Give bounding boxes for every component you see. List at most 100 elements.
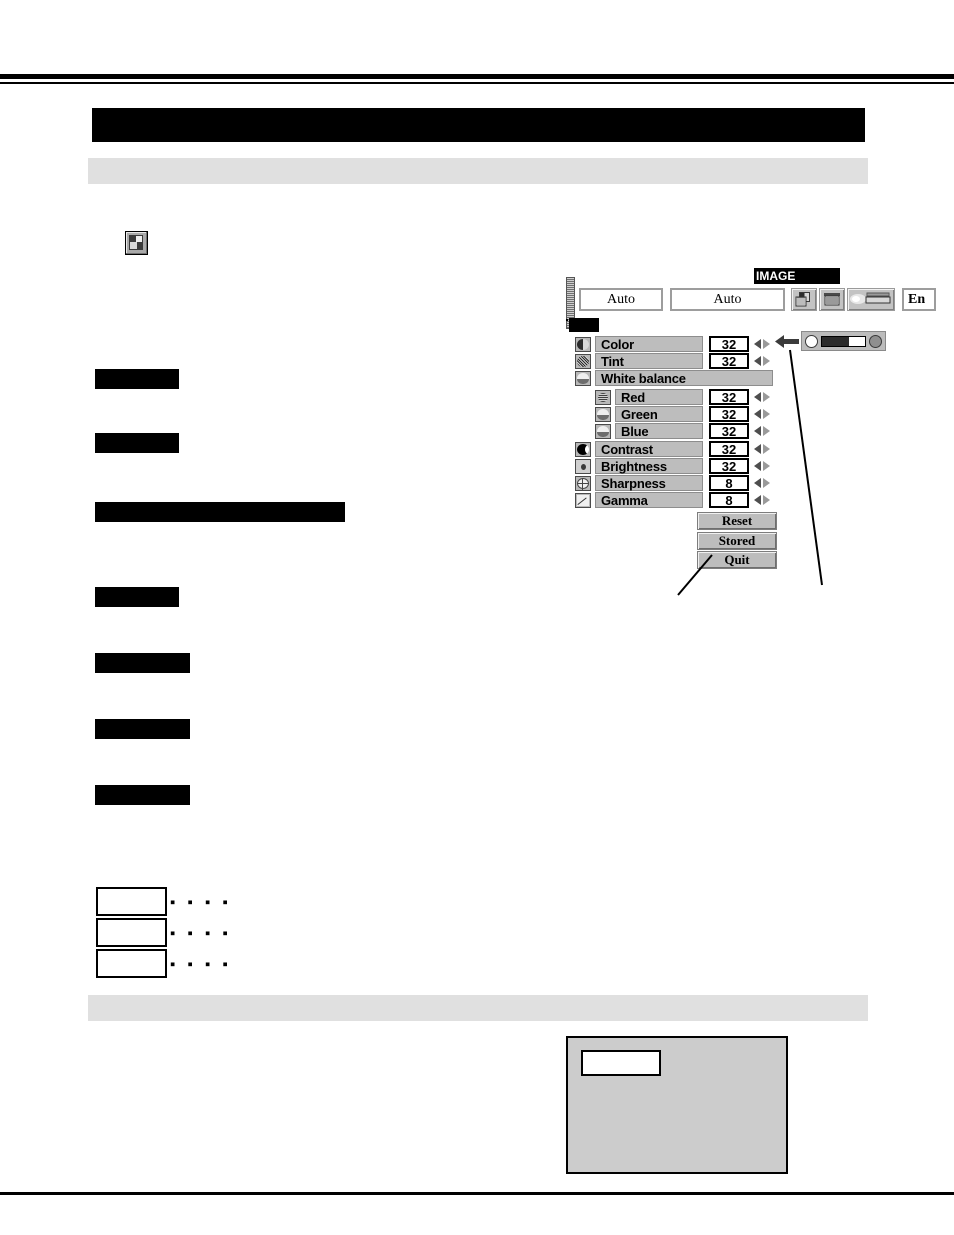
language-button-label: En	[908, 291, 926, 307]
arrow-left-icon[interactable]	[754, 444, 761, 454]
screen-icon[interactable]	[819, 288, 845, 311]
tint-icon	[575, 353, 591, 369]
brightness-icon	[575, 458, 591, 474]
body-heading-redaction	[95, 785, 190, 805]
green-icon	[595, 406, 611, 422]
menu-title-text: IMAGE	[756, 269, 796, 283]
auto-button-2[interactable]: Auto	[670, 288, 785, 311]
menu-row-label: Sharpness	[595, 475, 703, 491]
slider-knob-left[interactable]	[805, 334, 818, 348]
body-heading-redaction	[95, 502, 345, 522]
menu-row-label: Green	[615, 406, 703, 422]
menu-title-tag: IMAGE	[754, 268, 840, 284]
projector-lamp-icon[interactable]	[847, 288, 895, 311]
blue-icon	[595, 423, 611, 439]
red-icon	[595, 389, 611, 405]
header-rule-thick	[0, 74, 954, 79]
body-heading-redaction	[95, 719, 190, 739]
header-rule-thin	[0, 82, 954, 84]
body-heading-redaction	[95, 587, 179, 607]
arrow-right-icon[interactable]	[763, 461, 770, 471]
value-arrows[interactable]	[754, 426, 770, 436]
arrow-right-icon[interactable]	[763, 478, 770, 488]
menu-row-label: Tint	[595, 353, 703, 369]
arrow-left-icon[interactable]	[754, 478, 761, 488]
white-balance-icon	[575, 370, 591, 386]
menu-row-brightness[interactable]: Brightness 32	[575, 458, 770, 474]
value-arrows[interactable]	[754, 409, 770, 419]
section-heading-bar	[88, 158, 868, 184]
auto-button-2-label: Auto	[713, 291, 742, 307]
body-heading-redaction	[95, 369, 179, 389]
value-arrows[interactable]	[754, 478, 770, 488]
slider-track[interactable]	[821, 335, 866, 347]
arrow-left-icon[interactable]	[754, 409, 761, 419]
menu-row-red[interactable]: Red 32	[595, 389, 770, 405]
quit-button[interactable]: Quit	[697, 551, 777, 569]
value-slider[interactable]	[801, 331, 886, 351]
language-button[interactable]: En	[902, 288, 936, 311]
menu-row-sharpness[interactable]: Sharpness 8	[575, 475, 770, 491]
color-icon	[575, 336, 591, 352]
menu-row-contrast[interactable]: Contrast 32	[575, 441, 770, 457]
arrow-right-icon[interactable]	[763, 409, 770, 419]
selected-menu-label-redaction	[566, 318, 599, 332]
body-heading-redaction	[95, 433, 179, 453]
option-value-box[interactable]	[96, 918, 167, 947]
menu-row-gamma[interactable]: Gamma 8	[575, 492, 770, 508]
option-value-box[interactable]	[96, 887, 167, 916]
value-arrows[interactable]	[754, 339, 770, 349]
menu-row-value[interactable]: 32	[709, 389, 749, 405]
menu-row-blue[interactable]: Blue 32	[595, 423, 770, 439]
auto-button-1-label: Auto	[607, 291, 635, 307]
option-value-box[interactable]	[96, 949, 167, 978]
arrow-right-icon[interactable]	[763, 392, 770, 402]
menu-row-white-balance[interactable]: White balance	[575, 370, 773, 386]
image-icon	[125, 231, 148, 255]
option-leader-dots: ▪ ▪ ▪ ▪	[170, 925, 232, 942]
option-leader-dots: ▪ ▪ ▪ ▪	[170, 956, 232, 973]
gamma-icon	[575, 492, 591, 508]
arrow-right-icon[interactable]	[763, 339, 770, 349]
menu-row-tint[interactable]: Tint 32	[575, 353, 770, 369]
value-arrows[interactable]	[754, 444, 770, 454]
menu-row-value[interactable]: 32	[709, 458, 749, 474]
arrow-right-icon[interactable]	[763, 426, 770, 436]
menu-row-value[interactable]: 32	[709, 353, 749, 369]
arrow-left-icon[interactable]	[754, 356, 761, 366]
arrow-right-icon[interactable]	[763, 495, 770, 505]
menu-row-label: Contrast	[595, 441, 703, 457]
reset-button[interactable]: Reset	[697, 512, 777, 530]
image-adjust-icon[interactable]	[791, 288, 817, 311]
menu-row-value[interactable]: 8	[709, 492, 749, 508]
auto-button-1[interactable]: Auto	[579, 288, 663, 311]
arrow-left-icon[interactable]	[754, 339, 761, 349]
arrow-left-icon[interactable]	[754, 461, 761, 471]
callout-leader-lines	[677, 349, 823, 596]
arrow-right-icon[interactable]	[763, 444, 770, 454]
figure-caption-box	[581, 1050, 661, 1076]
value-arrows[interactable]	[754, 495, 770, 505]
arrow-right-icon[interactable]	[763, 356, 770, 366]
contrast-icon	[575, 441, 591, 457]
arrow-left-icon[interactable]	[754, 392, 761, 402]
osd-image-menu: Auto Auto En IMAGE Color 32 Tint 32 Whit…	[565, 268, 936, 570]
stored-button[interactable]: Stored	[697, 532, 777, 550]
arrow-left-icon[interactable]	[754, 495, 761, 505]
value-arrows[interactable]	[754, 392, 770, 402]
slider-knob-right[interactable]	[869, 334, 882, 348]
menu-row-value[interactable]: 32	[709, 406, 749, 422]
value-arrows[interactable]	[754, 461, 770, 471]
menu-row-label: Red	[615, 389, 703, 405]
value-arrows[interactable]	[754, 356, 770, 366]
menu-row-value[interactable]: 8	[709, 475, 749, 491]
menu-row-value[interactable]: 32	[709, 423, 749, 439]
arrow-left-icon[interactable]	[754, 426, 761, 436]
arrow-left-callout-icon	[775, 333, 799, 350]
manual-page: ▪ ▪ ▪ ▪ ▪ ▪ ▪ ▪ ▪ ▪ ▪ ▪ Auto Auto En IMA…	[0, 0, 954, 1235]
menu-row-color[interactable]: Color 32	[575, 336, 770, 352]
menu-row-label: Blue	[615, 423, 703, 439]
menu-row-green[interactable]: Green 32	[595, 406, 770, 422]
menu-row-value[interactable]: 32	[709, 336, 749, 352]
menu-row-value[interactable]: 32	[709, 441, 749, 457]
